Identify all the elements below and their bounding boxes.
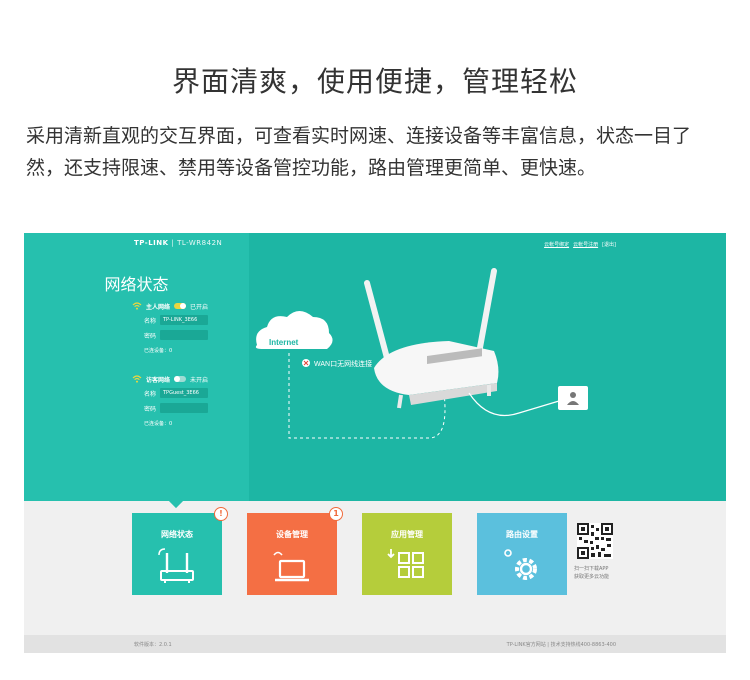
support-hotline: 技术支持热线400-8863-400 [550, 642, 616, 648]
tile-app-management[interactable]: 应用管理 [362, 513, 452, 595]
router-admin-screenshot: TP-LINK | TL-WR842N 网络状态 主人网络 已开启 名称 TP-L… [24, 233, 726, 653]
topology-diagram: Internet WAN口无网线连接 [255, 268, 588, 439]
host-network-toggle-state: 已开启 [190, 303, 209, 311]
host-connected-count: 已连设备：0 [144, 347, 173, 354]
laptop-icon [273, 551, 309, 582]
tile-device-management[interactable]: 设备管理 1 [247, 507, 343, 595]
footer-bar: 软件版本：2.0.1 TP-LINK官方网站 | 技术支持热线400-8863-… [24, 635, 726, 653]
guest-network-toggle-state: 未开启 [190, 376, 209, 384]
tile-label: 应用管理 [391, 530, 423, 539]
host-network-title: 主人网络 [146, 303, 171, 311]
official-site-link[interactable]: TP-LINK官方网站 [507, 642, 546, 648]
cloud-label: Internet [269, 338, 299, 347]
guest-name-field[interactable]: TPGuest_3E66 [160, 388, 208, 398]
tile-label: 网络状态 [161, 530, 193, 539]
guest-network-title: 访客网络 [146, 376, 171, 384]
alert-badge: ! [214, 507, 228, 521]
host-network-panel: 主人网络 已开启 名称 TP-LINK_3E66 密码 已连设备：0 [132, 301, 242, 356]
qr-caption: 扫一扫下载APP 获取更多云功能 [574, 566, 610, 580]
network-status-title: 网络状态 [104, 275, 169, 294]
guest-connected-count: 已连设备：0 [144, 420, 173, 427]
status-banner: TP-LINK | TL-WR842N 网络状态 主人网络 已开启 名称 TP-L… [24, 233, 726, 501]
router-image [364, 268, 499, 409]
host-password-field[interactable] [160, 330, 208, 340]
wan-error-label: WAN口无网线连接 [314, 359, 372, 368]
app-download-qr-code [577, 523, 613, 559]
tile-label: 路由设置 [506, 530, 538, 539]
tile-router-settings[interactable]: 路由设置 [477, 513, 567, 595]
gear-icon [504, 549, 537, 580]
apps-grid-icon [387, 549, 424, 578]
count-badge: 1 [329, 507, 343, 521]
lan-cable [468, 392, 560, 417]
promo-headline: 界面清爽，使用便捷，管理轻松 [171, 65, 578, 98]
host-network-toggle[interactable] [174, 303, 187, 309]
guest-network-toggle[interactable] [174, 376, 187, 382]
firmware-version: 软件版本：2.0.1 [134, 642, 172, 648]
host-name-field[interactable]: TP-LINK_3E66 [160, 315, 208, 325]
status-sidebar: TP-LINK | TL-WR842N 网络状态 主人网络 已开启 名称 TP-L… [24, 233, 249, 501]
router-icon [158, 548, 194, 583]
wifi-icon [132, 302, 142, 310]
tile-network-status[interactable]: 网络状态 ! [132, 507, 228, 595]
wifi-icon [132, 375, 142, 383]
client-device-icon [558, 386, 588, 410]
promo-description: 采用清新直观的交互界面，可查看实时网速、连接设备等丰富信息，状态一目了然，还支持… [26, 125, 692, 179]
host-password-label: 密码 [144, 332, 157, 340]
guest-name-label: 名称 [144, 390, 157, 398]
guest-network-panel: 访客网络 未开启 名称 TPGuest_3E66 密码 已连设备：0 [132, 374, 242, 429]
guest-password-field[interactable] [160, 403, 208, 413]
tile-label: 设备管理 [276, 530, 308, 539]
brand-logo: TP-LINK | TL-WR842N [134, 239, 223, 247]
host-name-label: 名称 [144, 317, 157, 325]
function-tiles: 网络状态 ! 设备管理 1 应用管理 路由设置 [132, 507, 632, 595]
guest-password-label: 密码 [144, 405, 157, 413]
